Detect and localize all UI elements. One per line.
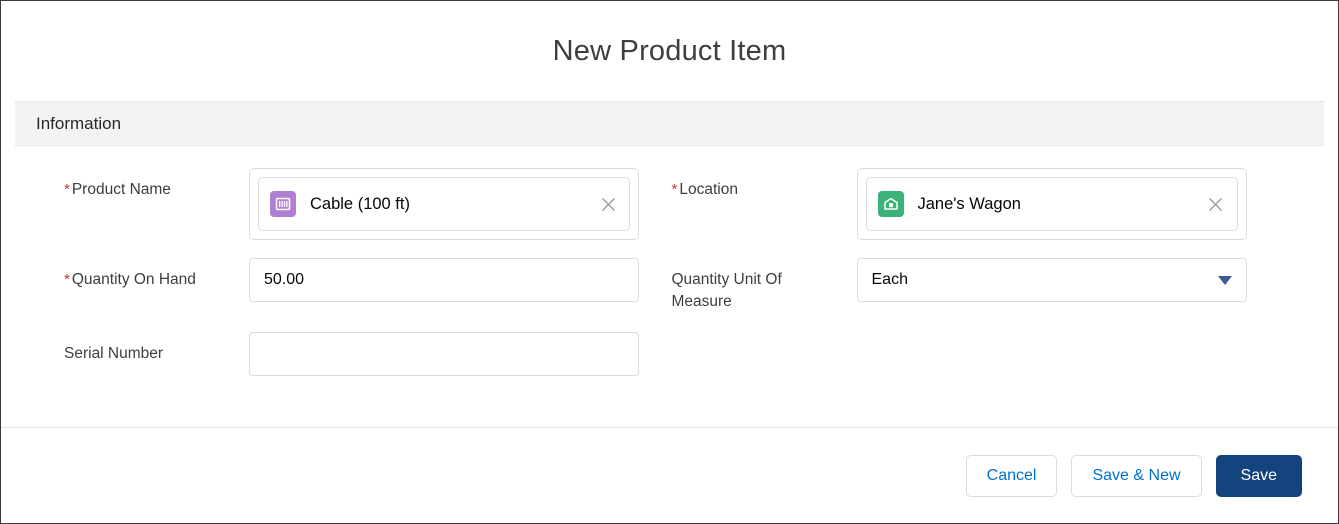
- product-name-lookup[interactable]: Cable (100 ft): [249, 168, 639, 240]
- location-lookup[interactable]: Jane's Wagon: [856, 168, 1247, 240]
- modal-footer: Cancel Save & New Save: [1, 427, 1338, 523]
- field-control-quantity-on-hand: [249, 258, 639, 302]
- close-icon[interactable]: [597, 193, 619, 215]
- chevron-down-icon[interactable]: [1217, 275, 1232, 285]
- field-label-text: Product Name: [71, 181, 171, 198]
- cancel-button[interactable]: Cancel: [965, 454, 1058, 497]
- field-serial-number: Serial Number: [15, 331, 670, 394]
- field-spacer: [670, 332, 1325, 394]
- location-icon: [877, 191, 904, 217]
- field-label-text: Location: [679, 181, 738, 198]
- field-label-product-name: * Product Name: [64, 168, 249, 201]
- form-row: * Product Name Cable (100 ft) * Location…: [15, 168, 1324, 258]
- form-row: Serial Number: [15, 331, 1325, 394]
- form-grid: * Product Name Cable (100 ft) * Location…: [1, 146, 1338, 394]
- serial-number-input[interactable]: [249, 331, 639, 376]
- close-icon[interactable]: [1205, 193, 1227, 215]
- field-label-quantity-on-hand: * Quantity On Hand: [64, 258, 249, 291]
- page-title: New Product Item: [552, 34, 787, 67]
- save-button[interactable]: Save: [1215, 454, 1302, 497]
- field-product-name: * Product Name Cable (100 ft): [15, 168, 670, 258]
- field-control-serial-number: [249, 331, 639, 376]
- field-label-text: Quantity On Hand: [71, 271, 196, 288]
- required-asterisk: *: [64, 181, 70, 198]
- required-asterisk: *: [64, 271, 70, 288]
- field-control-location: Jane's Wagon: [856, 168, 1247, 240]
- field-label-quantity-unit-of-measure: Quantity Unit Of Measure: [671, 271, 782, 311]
- field-quantity-unit-of-measure: Quantity Unit Of Measure Each: [670, 258, 1325, 332]
- product-name-value: Cable (100 ft): [310, 194, 410, 213]
- quantity-unit-of-measure-value: Each: [871, 271, 908, 288]
- location-value: Jane's Wagon: [917, 194, 1021, 213]
- new-product-item-modal: New Product Item Information * Product Na…: [0, 0, 1339, 524]
- field-quantity-on-hand: * Quantity On Hand: [15, 258, 670, 332]
- modal-header: New Product Item: [1, 1, 1338, 101]
- required-asterisk: *: [671, 181, 678, 198]
- field-label-serial-number: Serial Number: [64, 344, 164, 362]
- modal-body: Information * Product Name Cable (100 ft…: [1, 101, 1338, 427]
- field-location: * Location Jane's Wagon: [670, 168, 1325, 258]
- save-and-new-button[interactable]: Save & New: [1071, 454, 1202, 497]
- form-row: *Quantity On Hand Quantity Unit Of Measu…: [15, 258, 1324, 332]
- section-title: Information: [36, 113, 122, 133]
- section-header-information: Information: [15, 101, 1324, 146]
- location-pill[interactable]: Jane's Wagon: [865, 177, 1238, 231]
- field-control-quantity-unit-of-measure: Each: [856, 258, 1247, 302]
- product-name-pill[interactable]: Cable (100 ft): [258, 177, 630, 231]
- field-control-product-name: Cable (100 ft): [249, 168, 639, 240]
- quantity-unit-of-measure-select[interactable]: Each: [856, 258, 1247, 302]
- product-icon: [270, 191, 296, 217]
- quantity-on-hand-input[interactable]: [249, 258, 639, 302]
- field-label-location: * Location: [672, 168, 857, 201]
